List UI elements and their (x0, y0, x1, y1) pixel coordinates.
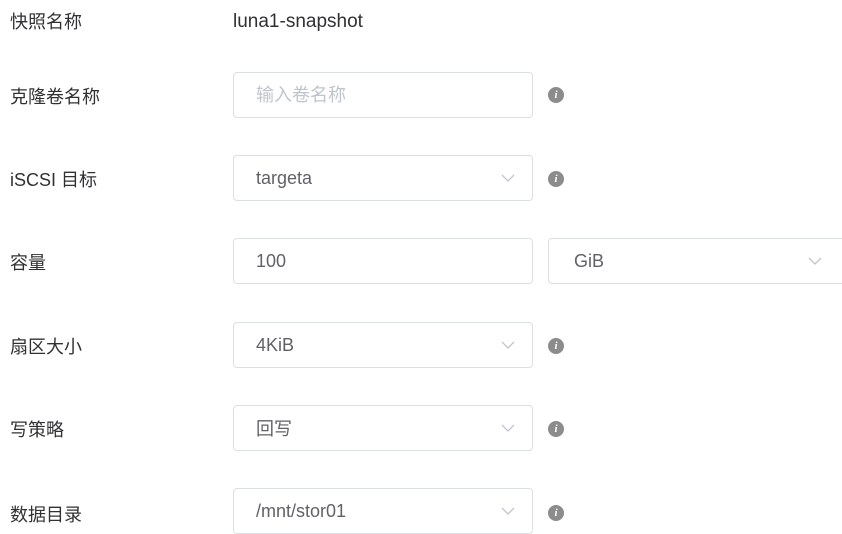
chevron-down-icon (500, 506, 516, 516)
iscsi-target-select[interactable]: targeta (233, 155, 533, 201)
chevron-down-icon (500, 340, 516, 350)
info-icon[interactable]: i (548, 171, 564, 187)
clone-name-input[interactable] (256, 73, 510, 117)
sector-size-label: 扇区大小 (10, 337, 82, 357)
snapshot-name-value: luna1-snapshot (233, 11, 363, 32)
capacity-input[interactable] (256, 239, 510, 283)
capacity-unit-select[interactable]: GiB (548, 238, 842, 284)
iscsi-target-value: targeta (256, 167, 313, 188)
write-policy-label: 写策略 (10, 420, 64, 440)
clone-name-label: 克隆卷名称 (10, 87, 100, 107)
data-dir-value: /mnt/stor01 (256, 500, 347, 521)
capacity-field-wrapper (233, 238, 533, 284)
capacity-unit-value: GiB (574, 250, 605, 271)
info-icon[interactable]: i (548, 505, 564, 521)
info-icon[interactable]: i (548, 87, 564, 103)
capacity-label: 容量 (10, 253, 46, 273)
data-dir-select[interactable]: /mnt/stor01 (233, 488, 533, 534)
info-icon[interactable]: i (548, 338, 564, 354)
chevron-down-icon (807, 256, 823, 266)
write-policy-value: 回写 (256, 419, 292, 439)
info-icon[interactable]: i (548, 421, 564, 437)
data-dir-label: 数据目录 (10, 505, 82, 525)
write-policy-select[interactable]: 回写 (233, 405, 533, 451)
chevron-down-icon (500, 173, 516, 183)
sector-size-value: 4KiB (256, 334, 295, 355)
snapshot-name-label: 快照名称 (10, 12, 82, 32)
clone-name-field-wrapper (233, 72, 533, 118)
sector-size-select[interactable]: 4KiB (233, 322, 533, 368)
iscsi-target-label: iSCSI 目标 (10, 170, 98, 190)
chevron-down-icon (500, 423, 516, 433)
